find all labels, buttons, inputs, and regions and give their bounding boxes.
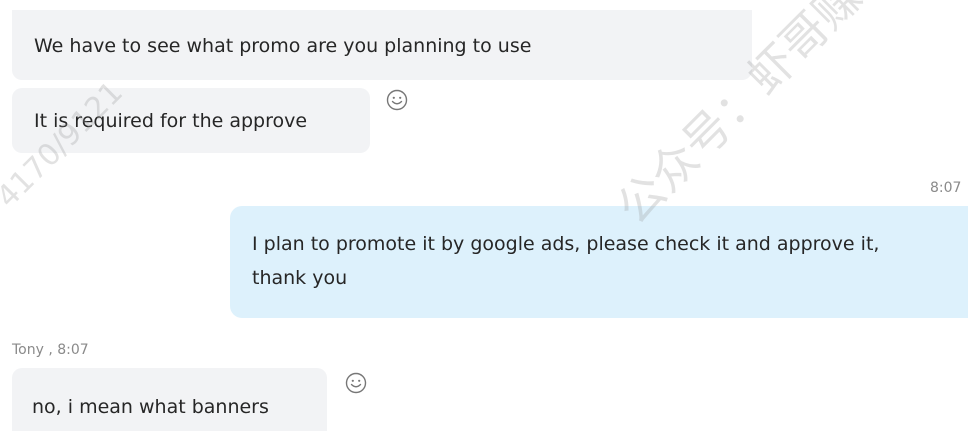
message-text: no, i mean what banners xyxy=(32,396,269,418)
message-timestamp: 8:07 xyxy=(930,180,962,196)
message-bubble-outgoing[interactable]: I plan to promote it by google ads, plea… xyxy=(230,206,968,318)
message-text: We have to see what promo are you planni… xyxy=(34,35,532,57)
message-text: I plan to promote it by google ads, plea… xyxy=(252,233,880,289)
sender-name-timestamp: Tony , 8:07 xyxy=(12,342,89,358)
message-bubble-incoming[interactable]: We have to see what promo are you planni… xyxy=(12,10,752,80)
chat-conversation: We have to see what promo are you planni… xyxy=(0,0,968,431)
message-bubble-incoming[interactable]: no, i mean what banners xyxy=(12,368,327,431)
message-text: It is required for the approve xyxy=(34,110,308,132)
add-reaction-smiley-icon[interactable] xyxy=(386,89,408,111)
add-reaction-smiley-icon[interactable] xyxy=(345,372,367,394)
message-bubble-incoming[interactable]: It is required for the approve xyxy=(12,88,370,153)
